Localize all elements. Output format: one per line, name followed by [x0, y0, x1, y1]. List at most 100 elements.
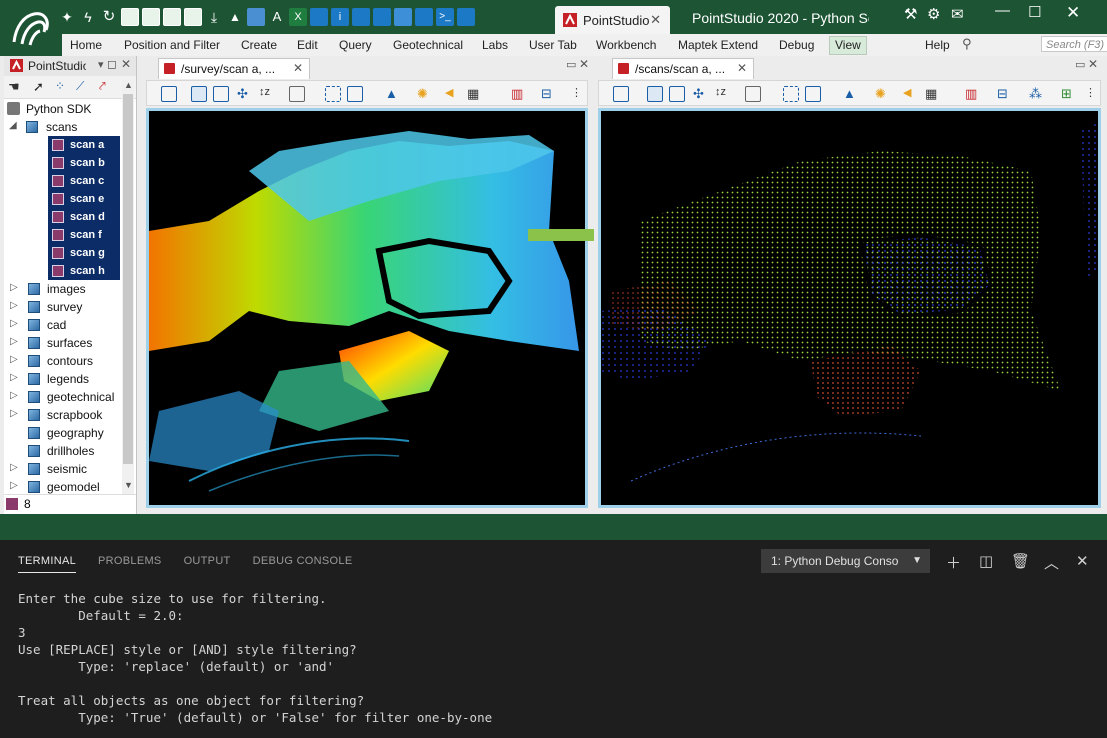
close-view-icon[interactable]: ✕ [737, 61, 747, 75]
expand-icon[interactable]: ▷ [10, 408, 18, 419]
console-icon[interactable] [457, 8, 475, 26]
light-bulb-icon[interactable]: ✺ [875, 86, 889, 101]
split-terminal-icon[interactable]: ◫ [979, 552, 993, 570]
view-cube-icon[interactable] [613, 86, 629, 102]
tab-debug-console[interactable]: DEBUG CONSOLE [253, 555, 353, 573]
app-tab[interactable]: PointStudio ✕ [555, 6, 670, 34]
scan-item[interactable]: scan b [48, 154, 120, 172]
view-tab-survey[interactable]: /survey/scan a, ... ✕ [158, 58, 310, 79]
pick-icon[interactable]: ⤤ [99, 79, 106, 94]
section-icon[interactable]: ⊟ [541, 86, 555, 101]
expand-icon[interactable]: ▷ [10, 480, 18, 491]
select-cursor-icon[interactable]: ➚ [33, 79, 44, 95]
minimize-view-icon[interactable]: ▭ [1075, 58, 1085, 71]
expand-icon[interactable]: ▷ [10, 372, 18, 383]
gesture-icon[interactable]: ✦ [58, 8, 76, 26]
zoom-extents-icon[interactable] [213, 86, 229, 102]
add-terminal-icon[interactable]: ＋ [946, 552, 961, 573]
view-tab-scans[interactable]: /scans/scan a, ... ✕ [612, 58, 754, 79]
terminal-output[interactable]: Enter the cube size to use for filtering… [18, 590, 492, 726]
pin-icon[interactable]: ▾ [98, 58, 104, 71]
triangle-icon[interactable]: ▲ [843, 86, 857, 101]
close-view-icon[interactable]: ✕ [293, 61, 303, 75]
points-icon[interactable]: ⁘ [55, 79, 65, 93]
light-bulb-icon[interactable]: ✺ [417, 86, 431, 101]
close-view-group-icon[interactable]: ✕ [579, 57, 589, 71]
trash-icon[interactable]: 🗑 [1011, 552, 1030, 570]
scan-item[interactable]: scan d [48, 208, 120, 226]
lightning-icon[interactable]: ϟ [79, 8, 97, 26]
frame-icon[interactable] [347, 86, 363, 102]
filter-grid-icon[interactable]: ⊞ [1061, 86, 1075, 101]
fit-view-icon[interactable] [647, 86, 663, 102]
scan-item[interactable]: scan h [48, 262, 120, 280]
minimize-view-icon[interactable]: ▭ [566, 58, 576, 71]
menu-position-and-filter[interactable]: Position and Filter [124, 38, 220, 52]
toolbar-overflow-icon[interactable]: ⋮ [571, 86, 585, 100]
hand-icon[interactable]: ☚ [8, 79, 20, 95]
menu-maptek-extend[interactable]: Maptek Extend [678, 38, 758, 52]
expand-icon[interactable]: ▷ [10, 462, 18, 473]
zoom-extents-icon[interactable] [669, 86, 685, 102]
scan-item[interactable]: scan g [48, 244, 120, 262]
sheet-icon[interactable] [184, 8, 202, 26]
info-icon[interactable]: i [331, 8, 349, 26]
axes-icon[interactable]: ✣ [237, 86, 251, 101]
menu-debug[interactable]: Debug [779, 38, 814, 52]
collapse-icon[interactable]: ◢ [9, 120, 17, 131]
minimize-icon[interactable]: — [995, 2, 1010, 19]
z-axis-icon[interactable]: ↕z [715, 86, 729, 100]
menu-user-tab[interactable]: User Tab [529, 38, 577, 52]
legend-icon[interactable]: ▥ [511, 86, 525, 101]
frame-icon[interactable] [805, 86, 821, 102]
map-icon[interactable] [247, 8, 265, 26]
view-cube-icon[interactable] [161, 86, 177, 102]
tab-output[interactable]: OUTPUT [184, 555, 231, 573]
fit-view-icon[interactable] [191, 86, 207, 102]
close-panel-icon[interactable]: ✕ [121, 57, 131, 71]
menu-create[interactable]: Create [241, 38, 277, 52]
scan-item[interactable]: scan c [48, 172, 120, 190]
search-input[interactable]: Search (F3) [1041, 36, 1107, 52]
scroll-up-icon[interactable]: ▲ [124, 80, 133, 90]
document-check-icon[interactable] [163, 8, 181, 26]
window-icon[interactable] [289, 86, 305, 102]
grid-icon[interactable]: ▦ [925, 86, 939, 101]
doc-icon[interactable] [373, 8, 391, 26]
close-tab-icon[interactable]: ✕ [650, 12, 661, 28]
line-pick-icon[interactable]: ⟋ [76, 79, 84, 94]
toolbar-overflow-icon[interactable]: ⋮ [1085, 86, 1099, 100]
scrollbar-thumb[interactable] [123, 94, 133, 464]
menu-labs[interactable]: Labs [482, 38, 508, 52]
menu-query[interactable]: Query [339, 38, 372, 52]
z-axis-icon[interactable]: ↕z [259, 86, 273, 100]
windows-icon[interactable] [394, 8, 412, 26]
mail-icon[interactable]: ✉ [951, 5, 964, 23]
window-icon[interactable] [745, 86, 761, 102]
scan-item[interactable]: scan f [48, 226, 120, 244]
download-icon[interactable]: ⤓ [205, 8, 223, 26]
light-slider-icon[interactable]: ◀ [445, 86, 459, 100]
mountain-icon[interactable]: ▲ [226, 8, 244, 26]
triangle-icon[interactable]: ▲ [385, 86, 399, 101]
report-icon[interactable] [121, 8, 139, 26]
close-panel-icon[interactable]: ✕ [1076, 552, 1089, 570]
text-a-icon[interactable]: A [268, 8, 286, 26]
menu-help[interactable]: Help [925, 38, 950, 52]
tab-terminal[interactable]: TERMINAL [18, 555, 77, 573]
terminal-icon[interactable]: >_ [436, 8, 454, 26]
scan-item[interactable]: scan a [48, 136, 120, 154]
section-icon[interactable]: ⊟ [997, 86, 1011, 101]
settings-gear-icon[interactable]: ⚙ [927, 5, 940, 23]
menu-edit[interactable]: Edit [297, 38, 318, 52]
menu-geotechnical[interactable]: Geotechnical [393, 38, 463, 52]
presentation-icon[interactable] [415, 8, 433, 26]
explorer-tab[interactable]: PointStudio ▾ ◻ ✕ [4, 56, 136, 76]
scroll-down-icon[interactable]: ▼ [124, 480, 133, 490]
light-slider-icon[interactable]: ◀ [903, 86, 917, 100]
maximize-panel-icon[interactable]: ︿ [1044, 552, 1059, 573]
terminal-selector[interactable]: 1: Python Debug Conso ▼ [761, 549, 930, 573]
expand-icon[interactable]: ▷ [10, 318, 18, 329]
box-icon[interactable] [352, 8, 370, 26]
tree-scrollbar[interactable]: ▲ ▼ [122, 80, 134, 494]
